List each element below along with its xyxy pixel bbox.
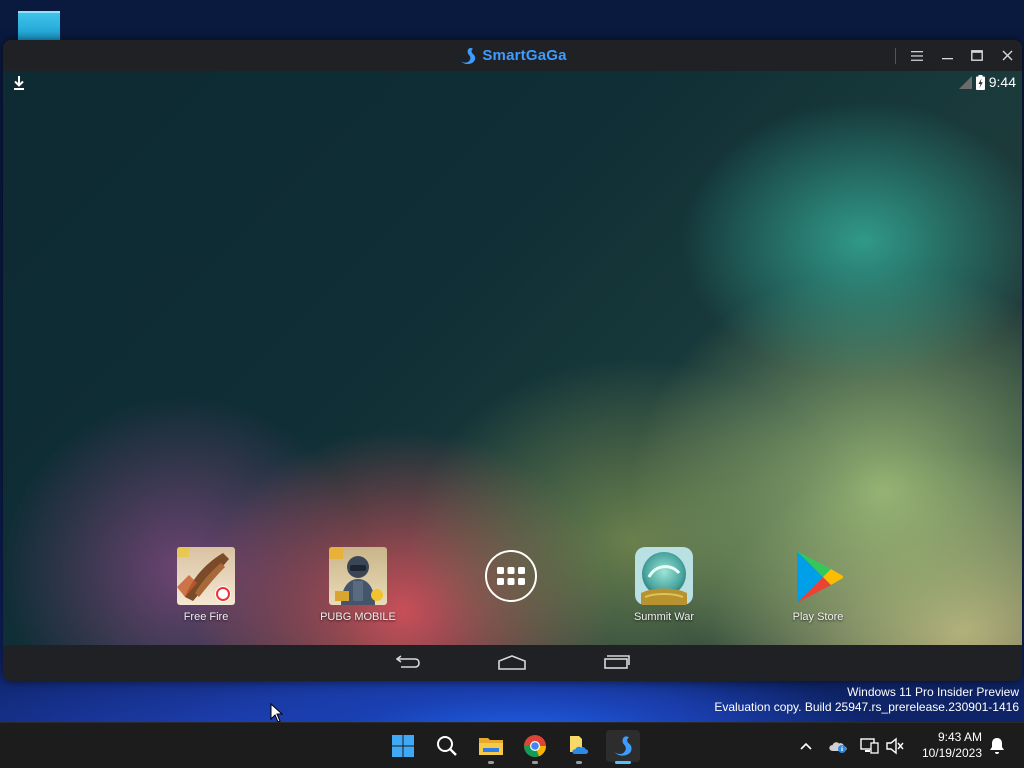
network-icon [860, 738, 879, 754]
app-label-play-store: Play Store [792, 611, 844, 623]
windows-taskbar: 9:43 AM 10/19/2023 [0, 722, 1024, 768]
chrome-button[interactable] [518, 730, 552, 764]
running-indicator [532, 761, 538, 764]
cloud-info-icon [829, 742, 847, 753]
all-apps-button[interactable] [451, 547, 571, 602]
windows-watermark: Windows 11 Pro Insider Preview Evaluatio… [714, 685, 1019, 715]
app-title: SmartGaGa [458, 46, 566, 66]
pubg-mobile-icon [329, 547, 387, 605]
all-apps-icon [485, 550, 537, 602]
start-button[interactable] [386, 730, 420, 762]
android-status-bar: 9:44 [3, 71, 1022, 95]
desktop-folder-icon[interactable] [18, 11, 60, 41]
minimize-button[interactable] [932, 40, 962, 71]
smartgaga-window: SmartGaGa 9:44 Free Fire PUBG MOBILE Sum… [3, 40, 1022, 681]
onedrive-files-button[interactable] [562, 730, 596, 764]
title-bar[interactable]: SmartGaGa [3, 40, 1022, 71]
onedrive-tray-button[interactable] [827, 735, 849, 757]
menu-button[interactable] [902, 40, 932, 71]
maximize-icon [971, 50, 983, 61]
window-title: SmartGaGa [482, 47, 567, 64]
network-tray-button[interactable] [858, 735, 880, 757]
app-label-summit-war: Summit War [633, 611, 695, 623]
volume-tray-button[interactable] [884, 735, 906, 757]
status-indicators: 9:44 [958, 74, 1016, 90]
watermark-line-1: Windows 11 Pro Insider Preview [847, 685, 1019, 699]
dock-item-free-fire[interactable]: Free Fire [146, 547, 266, 623]
files-cloud-icon [570, 736, 589, 754]
search-icon [437, 736, 457, 756]
dock-item-play-store[interactable]: Play Store [758, 547, 878, 623]
title-separator [895, 47, 896, 64]
windows-logo-icon [392, 735, 414, 757]
mouse-cursor-icon [270, 703, 284, 723]
minimize-icon [941, 58, 953, 60]
chrome-icon [524, 735, 547, 758]
chevron-up-icon [800, 742, 812, 750]
android-nav-bar [3, 645, 1022, 681]
android-clock: 9:44 [988, 74, 1016, 90]
hamburger-menu-icon [911, 50, 923, 61]
volume-muted-icon [886, 737, 904, 755]
app-label-free-fire: Free Fire [183, 611, 229, 623]
recents-icon[interactable] [601, 653, 631, 673]
running-indicator [576, 761, 582, 764]
window-controls [895, 40, 1022, 71]
signal-icon [958, 75, 972, 89]
home-icon[interactable] [497, 653, 527, 673]
battery-charging-icon [975, 74, 985, 90]
file-explorer-button[interactable] [474, 730, 508, 764]
home-dock: Free Fire PUBG MOBILE Summit War Play St… [3, 547, 1022, 627]
watermark-line-2: Evaluation copy. Build 25947.rs_prerelea… [714, 700, 1019, 714]
android-home-screen: 9:44 Free Fire PUBG MOBILE Summit War Pl… [3, 71, 1022, 645]
maximize-button[interactable] [962, 40, 992, 71]
free-fire-icon [177, 547, 235, 605]
bell-icon [990, 738, 1004, 754]
taskbar-clock[interactable]: 9:43 AM 10/19/2023 [922, 729, 982, 761]
back-icon[interactable] [393, 653, 423, 673]
search-button[interactable] [430, 730, 464, 762]
show-hidden-icons-button[interactable] [795, 735, 817, 757]
taskbar-date: 10/19/2023 [921, 746, 982, 760]
dock-item-pubg-mobile[interactable]: PUBG MOBILE [298, 547, 418, 623]
running-indicator [488, 761, 494, 764]
folder-icon [479, 738, 503, 755]
notifications-button[interactable] [986, 735, 1008, 757]
active-indicator [615, 761, 631, 764]
app-label-pubg-mobile: PUBG MOBILE [320, 611, 396, 623]
play-store-icon [789, 547, 847, 605]
close-button[interactable] [992, 40, 1022, 71]
download-notification-icon[interactable] [13, 75, 25, 91]
smartgaga-logo-icon [461, 47, 476, 64]
dock-item-summit-war[interactable]: Summit War [604, 547, 724, 623]
summit-war-icon [635, 547, 693, 605]
smartgaga-taskbar-icon [614, 736, 632, 756]
taskbar-time: 9:43 AM [937, 730, 982, 744]
smartgaga-taskbar-button[interactable] [606, 730, 640, 764]
close-icon [1002, 50, 1012, 61]
